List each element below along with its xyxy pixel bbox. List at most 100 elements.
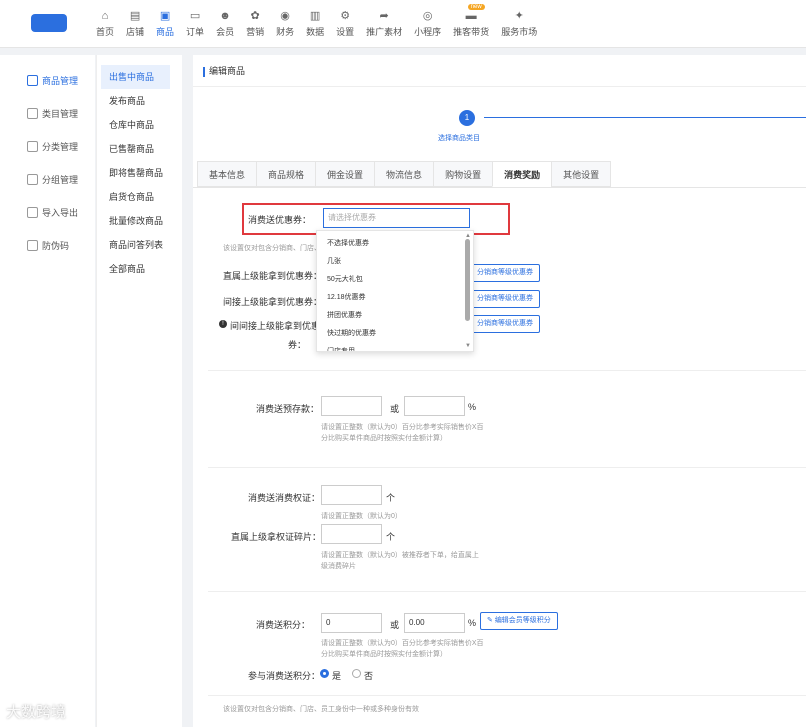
indirect-coupon-button[interactable]: 分销商等级优惠券 — [470, 290, 540, 308]
tab-underline — [193, 187, 806, 188]
info-icon: ! — [219, 320, 227, 328]
subnav-item-0[interactable]: 出售中商品 — [101, 65, 170, 89]
coupon-dropdown: ▲ ▼ 不选择优惠券 几张 50元大礼包 12.18优惠券 拼团优惠券 快过期的优惠券 门店… — [316, 230, 474, 352]
direct-coupon-label: 直属上级能拿到优惠券： — [223, 271, 323, 281]
product-icon: ▣ — [159, 10, 171, 22]
tab-1[interactable]: 商品规格 — [256, 161, 316, 187]
coupon-hint: 该设置仅对包含分销商、门店、 — [223, 245, 321, 252]
menu-icon — [27, 108, 38, 119]
store-icon: ▤ — [129, 10, 141, 22]
subnav-item-6[interactable]: 批量修改商品 — [101, 209, 170, 233]
leftnav-item-4[interactable]: 导入导出 — [0, 196, 95, 229]
direct-voucher-label: 直属上级拿权证碎片： — [231, 532, 322, 542]
coupon-option[interactable]: 几张 — [317, 253, 473, 271]
gear-icon: ⚙ — [340, 10, 351, 22]
leftnav-label: 分组管理 — [42, 175, 79, 185]
direct-voucher-hint-2: 级消费碎片 — [321, 563, 356, 570]
menu-icon — [27, 174, 38, 185]
radio-no[interactable] — [352, 669, 361, 678]
subnav-item-2[interactable]: 仓库中商品 — [101, 113, 170, 137]
subnav-item-8[interactable]: 全部商品 — [101, 257, 170, 281]
direct-coupon-button[interactable]: 分销商等级优惠券 — [470, 264, 540, 282]
subnav-item-7[interactable]: 商品问答列表 — [101, 233, 170, 257]
member-icon: ☻ — [219, 10, 231, 22]
leftnav-item-5[interactable]: 防伪码 — [0, 229, 95, 262]
points-percent-input[interactable]: 0.00 — [404, 613, 465, 633]
topnav-item-2[interactable]: ▣ 商品 — [150, 6, 180, 42]
sub-sidebar: 出售中商品 发布商品 仓库中商品 已售罄商品 即将售罄商品 启货仓商品 批量修改商品 商品问答… — [96, 55, 182, 727]
edit-member-points-button[interactable]: ✎ 编辑会员等级积分 — [480, 612, 558, 630]
leftnav-item-3[interactable]: 分组管理 — [0, 163, 95, 196]
radio-yes[interactable] — [320, 669, 329, 678]
top-nav: ⌂ 首页 ▤ 店铺 ▣ 商品 ▭ 订单 ☻ 会员 ✿ 营销 ◉ 财务 ▥ 数据 ⚙ 设置 ➦ 推广素材 ◎ 小程序 ▬ new… — [90, 4, 543, 42]
coupon-option[interactable]: 快过期的优惠券 — [317, 325, 473, 343]
step-line — [484, 117, 806, 118]
logo[interactable] — [31, 14, 67, 32]
voucher-hint: 请设置正整数（默认为0） — [321, 513, 402, 520]
indirect2-coupon-button[interactable]: 分销商等级优惠券 — [470, 315, 540, 333]
coupon-select[interactable]: 请选择优惠券 — [323, 208, 470, 228]
coupon-label: 消费送优惠券： — [248, 215, 312, 225]
voucher-input[interactable] — [321, 485, 382, 505]
coupon-option[interactable]: 拼团优惠券 — [317, 307, 473, 325]
prestore-input[interactable] — [321, 396, 382, 416]
topnav-item-5[interactable]: ✿ 营销 — [240, 6, 270, 42]
tab-6[interactable]: 其他设置 — [551, 161, 612, 187]
prestore-hint: 请设置正整数（默认为0）百分比参考实际销售价X百 — [321, 424, 484, 431]
finance-icon: ◉ — [280, 10, 290, 22]
dropdown-scrollbar[interactable] — [465, 239, 470, 321]
share-icon: ➦ — [379, 10, 389, 22]
topnav-item-12[interactable]: ✦ 服务市场 — [495, 6, 543, 42]
tab-3[interactable]: 物流信息 — [374, 161, 434, 187]
tab-0[interactable]: 基本信息 — [197, 161, 257, 187]
marketing-icon: ✿ — [250, 10, 260, 22]
topnav-label: 服务市场 — [501, 27, 538, 37]
join-points-label: 参与消费送积分： — [248, 671, 321, 681]
direct-voucher-input[interactable] — [321, 524, 382, 544]
topnav-item-3[interactable]: ▭ 订单 — [180, 6, 210, 42]
coupon-option[interactable]: 50元大礼包 — [317, 271, 473, 289]
topnav-label: 会员 — [216, 27, 235, 37]
subnav-item-1[interactable]: 发布商品 — [101, 89, 170, 113]
subnav-item-4[interactable]: 即将售罄商品 — [101, 161, 170, 185]
subnav-item-3[interactable]: 已售罄商品 — [101, 137, 170, 161]
leftnav-item-2[interactable]: 分类管理 — [0, 130, 95, 163]
divider — [208, 695, 806, 696]
prestore-label: 消费送预存款： — [256, 404, 320, 414]
edit-member-points-label: 编辑会员等级积分 — [494, 617, 551, 624]
topnav-item-6[interactable]: ◉ 财务 — [270, 6, 300, 42]
points-input[interactable]: 0 — [321, 613, 382, 633]
topnav-item-4[interactable]: ☻ 会员 — [210, 6, 240, 42]
topnav-item-1[interactable]: ▤ 店铺 — [120, 6, 150, 42]
topnav-item-9[interactable]: ➦ 推广素材 — [360, 6, 408, 42]
leftnav-item-0[interactable]: 商品管理 — [0, 64, 95, 97]
or-text: 或 — [390, 404, 400, 414]
indirect2-coupon-label-2: 券： — [288, 340, 307, 350]
topnav-item-8[interactable]: ⚙ 设置 — [330, 6, 360, 42]
leftnav-label: 防伪码 — [42, 241, 70, 251]
chart-icon: ▥ — [309, 10, 321, 22]
edit-icon: ✎ — [487, 617, 495, 624]
prestore-percent-input[interactable] — [404, 396, 465, 416]
topnav-item-0[interactable]: ⌂ 首页 — [90, 6, 120, 42]
points-label: 消费送积分： — [256, 620, 311, 630]
menu-icon — [27, 75, 38, 86]
unit-text: 个 — [386, 493, 396, 503]
topnav-item-10[interactable]: ◎ 小程序 — [408, 6, 447, 42]
coupon-option[interactable]: 不选择优惠券 — [317, 235, 473, 253]
tab-2[interactable]: 佣金设置 — [315, 161, 375, 187]
leftnav-label: 类目管理 — [42, 109, 79, 119]
topnav-item-7[interactable]: ▥ 数据 — [300, 6, 330, 42]
tab-5[interactable]: 消费奖励 — [492, 161, 552, 187]
subnav-item-5[interactable]: 启货仓商品 — [101, 185, 170, 209]
scroll-down-icon[interactable]: ▼ — [465, 343, 471, 349]
topnav-item-11[interactable]: ▬ new 推客带货 — [447, 4, 495, 42]
coupon-option[interactable]: 门店专用 — [317, 343, 473, 351]
coupon-option[interactable]: 12.18优惠券 — [317, 289, 473, 307]
new-badge: new — [467, 4, 485, 10]
scroll-up-icon[interactable]: ▲ — [465, 233, 471, 239]
leftnav-item-1[interactable]: 类目管理 — [0, 97, 95, 130]
order-icon: ▭ — [189, 10, 201, 22]
topnav-label: 财务 — [276, 27, 295, 37]
tab-4[interactable]: 购物设置 — [433, 161, 493, 187]
